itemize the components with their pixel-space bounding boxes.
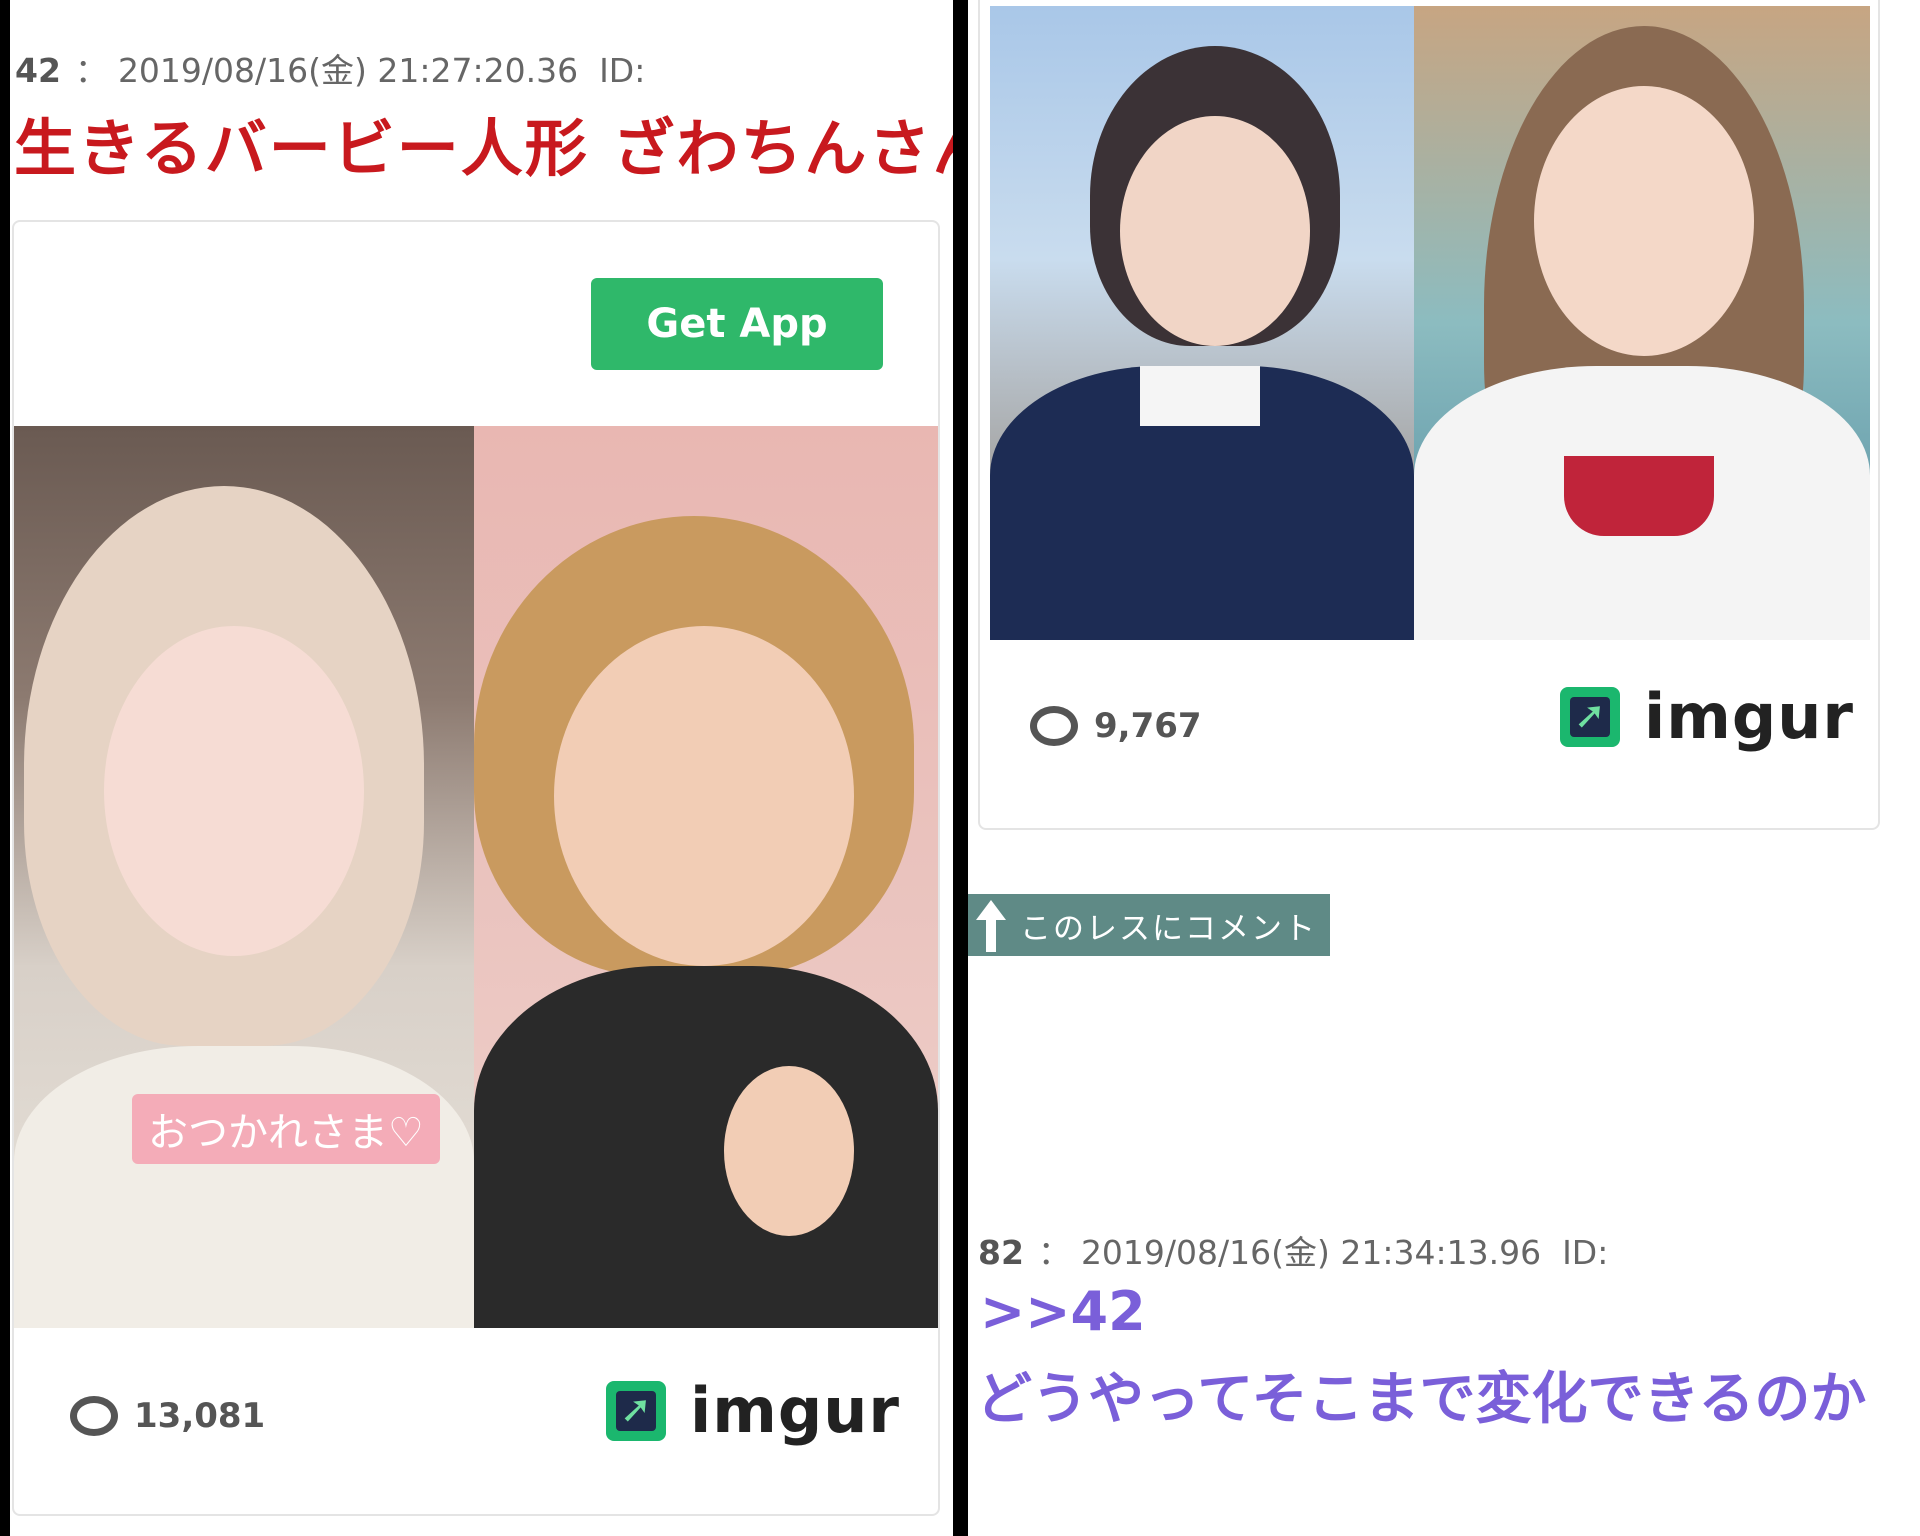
reply-anchor-link[interactable]: >>42: [980, 1280, 1146, 1343]
post-id-label: ID:: [1562, 1233, 1609, 1272]
imgur-embed-card[interactable]: Get App おつかれさま♡ 13,081 imgur: [12, 220, 940, 1516]
post-number[interactable]: 42: [15, 51, 61, 90]
post-id-label: ID:: [599, 51, 646, 90]
embedded-image[interactable]: おつかれさま♡: [14, 426, 938, 1328]
photo-left: おつかれさま♡: [14, 426, 474, 1328]
imgur-icon: [606, 1380, 666, 1441]
left-screenshot-panel: 42 ： 2019/08/16(金) 21:27:20.36 ID: 生きるバービー…: [10, 0, 953, 1536]
photo-right: [474, 426, 938, 1328]
get-app-button[interactable]: Get App: [591, 278, 883, 370]
face-shape: [554, 626, 854, 966]
view-count: 9,767: [1030, 706, 1202, 746]
face-shape: [1120, 116, 1310, 346]
header-separator: ：: [1037, 1233, 1071, 1272]
arrow-up-icon: [976, 900, 1006, 952]
post-number[interactable]: 82: [978, 1233, 1024, 1272]
photo-right: [1414, 6, 1870, 640]
right-screenshot-panel: 9,767 imgur このレスにコメント 82 ：2019/08/16(金) 2…: [968, 0, 1920, 1536]
reply-post-body: どうやってそこまで変化できるのか: [976, 1367, 1867, 1432]
face-shape: [104, 626, 364, 956]
collar-shape: [1140, 366, 1260, 426]
jacket-shape: [474, 966, 938, 1328]
post-header: 42 ： 2019/08/16(金) 21:27:20.36 ID:: [15, 44, 645, 92]
photo-left: [990, 6, 1414, 640]
hand-shape: [724, 1066, 854, 1236]
face-shape: [1534, 86, 1754, 356]
sweater-shape: [14, 1046, 474, 1328]
imgur-icon: [1560, 686, 1620, 747]
image-caption-sticker: おつかれさま♡: [132, 1094, 440, 1164]
imgur-wordmark: imgur: [1644, 680, 1854, 753]
view-count: 13,081: [70, 1396, 265, 1436]
embedded-image[interactable]: [990, 6, 1870, 640]
imgur-logo[interactable]: imgur: [1560, 680, 1854, 753]
post-datetime: 2019/08/16(金) 21:34:13.96: [1080, 1233, 1542, 1272]
imgur-logo[interactable]: imgur: [606, 1374, 900, 1447]
view-count-value: 9,767: [1094, 706, 1202, 746]
header-separator: ：: [74, 51, 108, 90]
eye-icon: [1030, 706, 1078, 746]
post-datetime: 2019/08/16(金) 21:27:20.36: [117, 51, 579, 90]
imgur-wordmark: imgur: [690, 1374, 900, 1447]
comment-button-label: このレスにコメント: [1020, 910, 1317, 947]
comment-on-post-button[interactable]: このレスにコメント: [968, 894, 1330, 956]
view-count-value: 13,081: [134, 1396, 266, 1436]
eye-icon: [70, 1396, 118, 1436]
scarf-shape: [1564, 456, 1714, 536]
reply-post-header: 82 ： 2019/08/16(金) 21:34:13.96 ID:: [978, 1226, 1608, 1274]
post-title: 生きるバービー人形 ざわちんさん: [14, 112, 953, 185]
imgur-embed-card[interactable]: 9,767 imgur: [978, 0, 1880, 830]
